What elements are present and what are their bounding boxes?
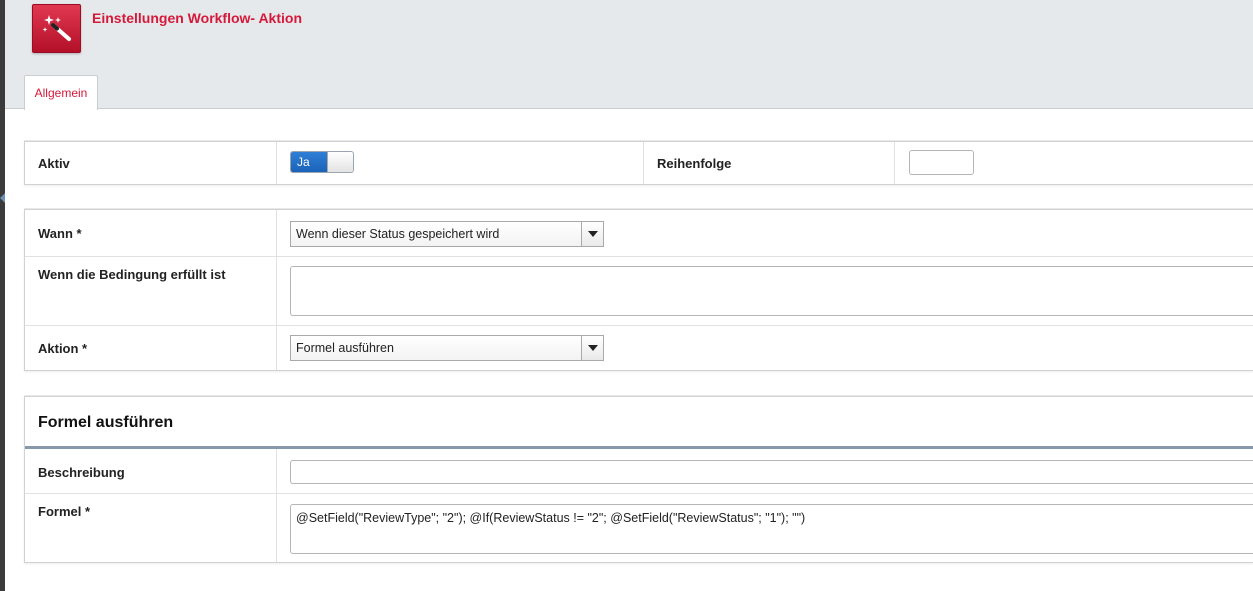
dropdown-button[interactable] xyxy=(581,336,603,360)
page-title: Einstellungen Workflow- Aktion xyxy=(92,10,302,26)
reihenfolge-label: Reihenfolge xyxy=(657,156,732,171)
beschreibung-label: Beschreibung xyxy=(38,465,125,480)
aktiv-label: Aktiv xyxy=(38,156,70,171)
page-header: Einstellungen Workflow- Aktion Allgemein xyxy=(5,0,1253,110)
wann-select[interactable]: Wenn dieser Status gespeichert wird xyxy=(290,221,604,247)
formula-panel: Formel ausführen Beschreibung Formel * @… xyxy=(24,396,1253,563)
aktiv-toggle[interactable]: Ja xyxy=(290,151,354,173)
column-divider xyxy=(643,142,644,184)
dropdown-button[interactable] xyxy=(581,222,603,246)
chevron-down-icon xyxy=(588,231,598,237)
toggle-on-label: Ja xyxy=(291,152,329,172)
wann-label: Wann * xyxy=(38,226,82,241)
row-divider xyxy=(25,493,1253,494)
reihenfolge-input[interactable] xyxy=(909,150,974,175)
tab-allgemein[interactable]: Allgemein xyxy=(24,75,98,110)
column-divider xyxy=(276,210,277,370)
magic-wand-icon xyxy=(32,4,81,53)
section-title: Formel ausführen xyxy=(38,414,174,431)
aktion-label: Aktion * xyxy=(38,341,88,356)
row-divider xyxy=(25,325,1253,326)
app-window: Einstellungen Workflow- Aktion Allgemein… xyxy=(0,0,1253,591)
chevron-down-icon xyxy=(588,345,598,351)
section-divider xyxy=(25,446,1253,449)
row-divider xyxy=(25,256,1253,257)
wann-select-value: Wenn dieser Status gespeichert wird xyxy=(296,227,500,241)
column-divider xyxy=(276,449,277,562)
aktion-select[interactable]: Formel ausführen xyxy=(290,335,604,361)
beschreibung-input[interactable] xyxy=(290,460,1253,484)
condition-textarea[interactable] xyxy=(290,266,1253,316)
condition-label: Wenn die Bedingung erfüllt ist xyxy=(38,267,226,282)
column-divider xyxy=(894,142,895,184)
formel-label: Formel * xyxy=(38,504,91,519)
formel-textarea[interactable]: @SetField("ReviewType"; "2"); @If(Review… xyxy=(290,504,1253,554)
general-panel: Aktiv Ja Reihenfolge xyxy=(24,141,1253,185)
trigger-panel: Wann * Wenn dieser Status gespeichert wi… xyxy=(24,209,1253,371)
aktion-select-value: Formel ausführen xyxy=(296,341,394,355)
column-divider xyxy=(276,142,277,184)
collapse-arrow-icon[interactable] xyxy=(0,193,5,203)
toggle-knob xyxy=(327,152,353,172)
